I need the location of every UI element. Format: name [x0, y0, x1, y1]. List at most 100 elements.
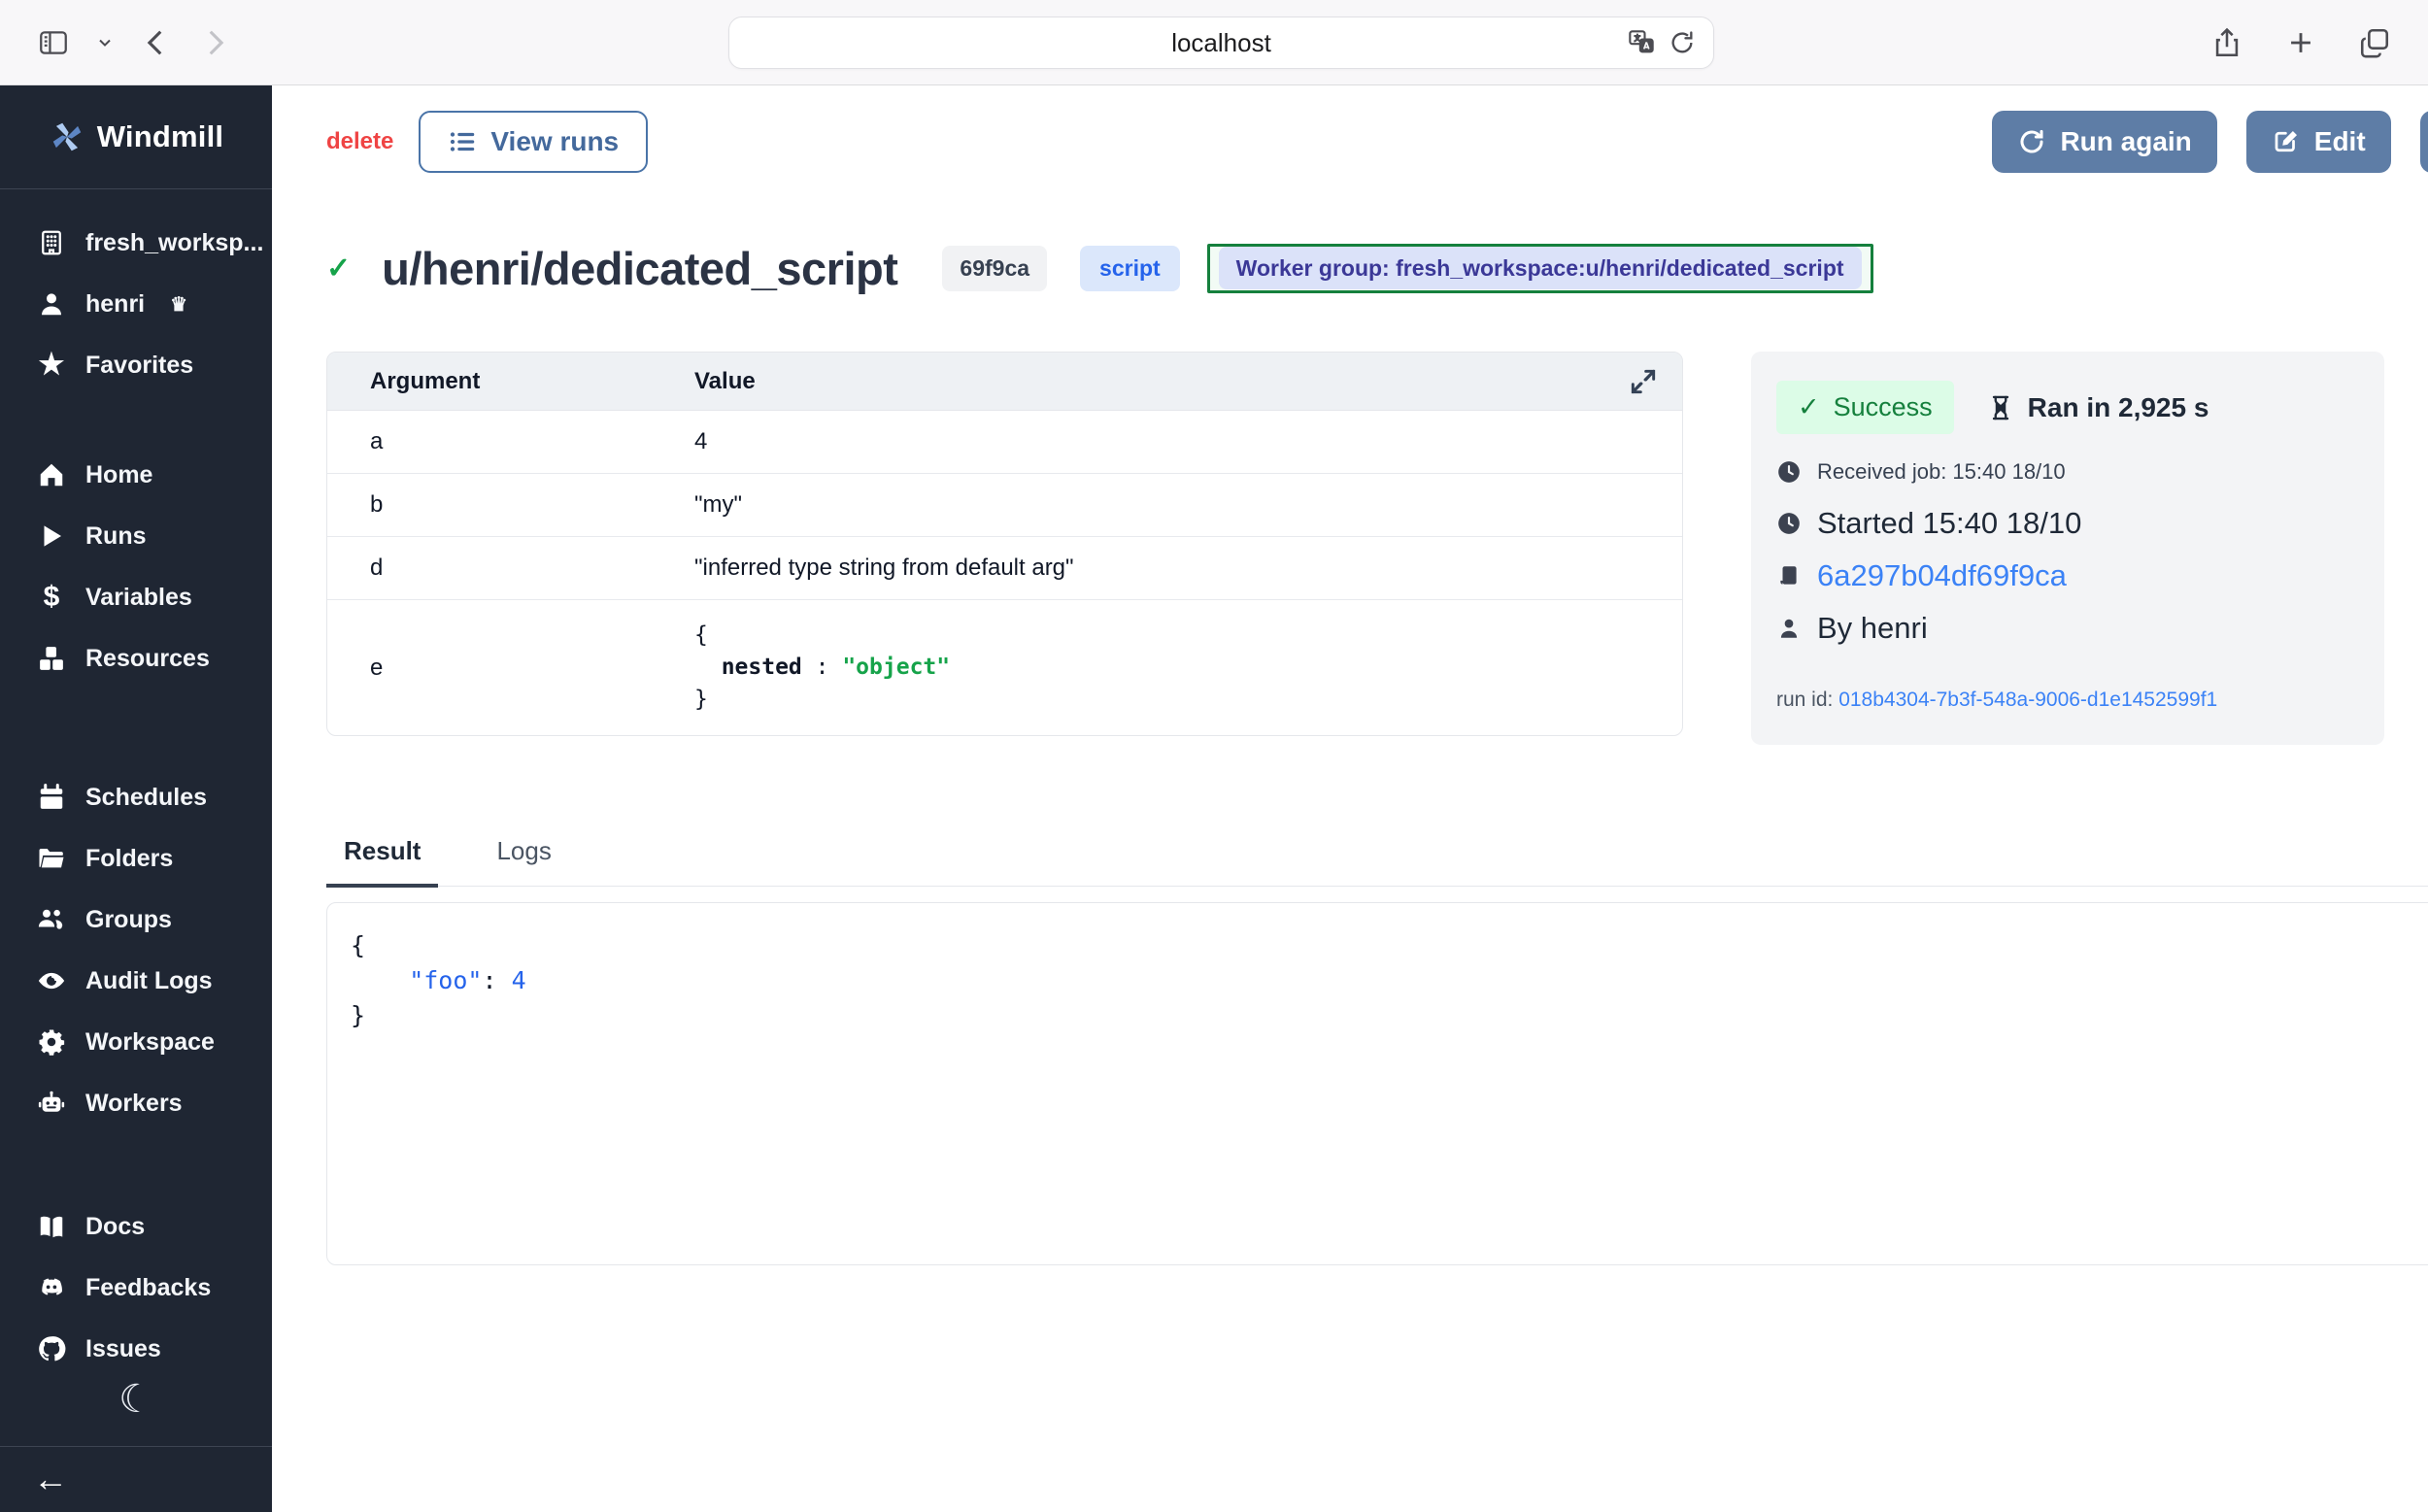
sidebar-item-schedules[interactable]: Schedules	[0, 767, 272, 828]
column-header-argument: Argument	[327, 368, 694, 395]
sidebar-item-label: Feedbacks	[85, 1274, 211, 1302]
groups-icon	[37, 905, 66, 934]
status-badge: ✓ Success	[1776, 381, 1954, 434]
windmill-logo[interactable]: Windmill	[0, 85, 272, 189]
home-icon	[37, 460, 66, 489]
dark-mode-toggle-icon[interactable]: ☾	[118, 1380, 153, 1419]
translate-icon[interactable]	[1628, 29, 1655, 56]
sidebar-item-feedbacks[interactable]: Feedbacks	[0, 1258, 272, 1319]
sidebar-item-audit-logs[interactable]: Audit Logs	[0, 951, 272, 1012]
run-again-button[interactable]: Run again	[1992, 111, 2216, 173]
star-icon: ★	[37, 351, 66, 380]
job-hash-line: 6a297b04df69f9ca	[1776, 558, 2349, 593]
sidebar-item-label: Home	[85, 461, 152, 489]
robot-icon	[37, 1089, 66, 1118]
table-row: d "inferred type string from default arg…	[327, 537, 1682, 600]
started-line: Started 15:40 18/10	[1776, 506, 2349, 541]
sidebar: Windmill fresh_worksp... henri ♛ ★ Favor…	[0, 85, 272, 1512]
view-script-button[interactable]: View script	[2420, 111, 2428, 173]
sidebar-item-groups[interactable]: Groups	[0, 890, 272, 951]
arg-value: "inferred type string from default arg"	[694, 554, 1074, 582]
dollar-icon: $	[37, 583, 66, 612]
script-hash-badge[interactable]: 69f9ca	[942, 246, 1047, 291]
worker-group-highlight: Worker group: fresh_workspace:u/henri/de…	[1207, 244, 1873, 293]
play-icon	[37, 521, 66, 551]
sidebar-item-user[interactable]: henri ♛	[0, 274, 272, 335]
sidebar-item-workers[interactable]: Workers	[0, 1073, 272, 1134]
url-text: localhost	[1171, 28, 1271, 58]
clock-icon	[1776, 459, 1802, 485]
refresh-icon	[2017, 127, 2046, 156]
success-check-icon: ✓	[326, 252, 351, 286]
list-icon	[448, 127, 477, 156]
forward-icon	[198, 26, 231, 59]
sidebar-item-label: Folders	[85, 845, 173, 873]
page-title: u/henri/dedicated_script	[382, 242, 897, 295]
check-icon: ✓	[1798, 392, 1820, 422]
calendar-icon	[37, 783, 66, 812]
sidebar-item-label: Groups	[85, 906, 172, 934]
sidebar-item-runs[interactable]: Runs	[0, 506, 272, 567]
sidebar-item-label: Workspace	[85, 1028, 215, 1057]
browser-toolbar: localhost	[0, 0, 2428, 85]
sidebar-item-issues[interactable]: Issues	[0, 1319, 272, 1380]
sidebar-item-label: Resources	[85, 645, 210, 673]
arg-value: "my"	[694, 491, 742, 519]
sidebar-toggle-icon[interactable]	[37, 26, 70, 59]
hourglass-icon	[1987, 394, 2014, 421]
person-icon	[1776, 616, 1802, 641]
crown-icon: ♛	[170, 292, 187, 317]
sidebar-item-variables[interactable]: $ Variables	[0, 567, 272, 628]
column-header-value: Value	[694, 368, 756, 395]
main-content: delete View runs Run again	[272, 85, 2428, 1512]
table-row: b "my"	[327, 474, 1682, 537]
tab-result[interactable]: Result	[326, 836, 438, 888]
collapse-sidebar-icon[interactable]: ←	[33, 1459, 68, 1499]
sidebar-item-resources[interactable]: Resources	[0, 628, 272, 689]
reload-icon[interactable]	[1669, 29, 1696, 56]
sidebar-item-label: Workers	[85, 1090, 183, 1118]
sidebar-item-label: Schedules	[85, 784, 207, 812]
run-id-link[interactable]: 018b4304-7b3f-548a-9006-d1e1452599f1	[1838, 689, 2217, 711]
discord-icon	[37, 1273, 66, 1302]
sidebar-item-label: Runs	[85, 522, 147, 551]
expand-table-icon[interactable]	[1628, 366, 1659, 397]
sidebar-item-folders[interactable]: Folders	[0, 828, 272, 890]
back-icon[interactable]	[140, 26, 173, 59]
github-icon	[37, 1334, 66, 1363]
favorites-label: Favorites	[85, 352, 193, 380]
arg-object-value: { nested : "object" }	[694, 620, 950, 716]
workspace-label: fresh_worksp...	[85, 229, 263, 257]
share-icon[interactable]	[2210, 26, 2243, 59]
user-label: henri	[85, 290, 145, 319]
arg-name: d	[327, 554, 694, 582]
sidebar-item-workspace-settings[interactable]: Workspace	[0, 1012, 272, 1073]
tab-logs[interactable]: Logs	[479, 836, 568, 886]
duration: Ran in 2,925 s	[1987, 392, 2209, 423]
tab-overview-icon[interactable]	[2358, 26, 2391, 59]
eye-icon	[37, 966, 66, 995]
job-hash-link[interactable]: 6a297b04df69f9ca	[1817, 558, 2067, 593]
windmill-logo-text: Windmill	[97, 119, 223, 154]
delete-button[interactable]: delete	[326, 128, 393, 155]
result-json: { "foo": 4 }	[351, 928, 2428, 1033]
url-bar[interactable]: localhost	[728, 17, 1714, 69]
run-id-line: run id: 018b4304-7b3f-548a-9006-d1e14525…	[1776, 689, 2349, 712]
chevron-down-icon[interactable]	[95, 33, 115, 52]
view-runs-button[interactable]: View runs	[419, 111, 648, 173]
new-tab-icon[interactable]	[2284, 26, 2317, 59]
sidebar-item-label: Docs	[85, 1213, 145, 1241]
sidebar-item-workspace-switcher[interactable]: fresh_worksp...	[0, 213, 272, 274]
sidebar-item-home[interactable]: Home	[0, 445, 272, 506]
sidebar-item-docs[interactable]: Docs	[0, 1196, 272, 1258]
table-row: a 4	[327, 411, 1682, 474]
windmill-logo-icon	[49, 118, 85, 155]
user-icon	[37, 289, 66, 319]
script-kind-badge: script	[1080, 246, 1180, 291]
edit-button[interactable]: Edit	[2246, 111, 2391, 173]
sidebar-item-favorites[interactable]: ★ Favorites	[0, 335, 272, 396]
table-row: e { nested : "object" }	[327, 600, 1682, 735]
sidebar-item-label: Variables	[85, 584, 192, 612]
result-panel: { "foo": 4 }	[326, 902, 2428, 1265]
arg-name: e	[327, 655, 694, 682]
